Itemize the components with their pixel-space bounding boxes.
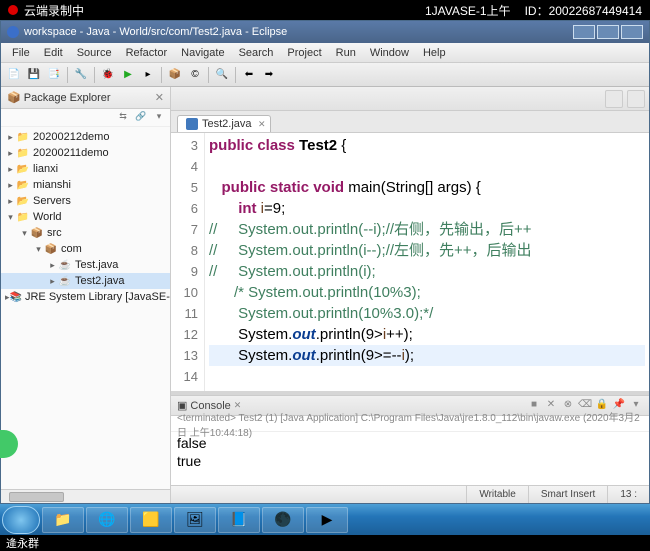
taskbar-word[interactable]: 📘 [218, 507, 260, 533]
menubar: FileEditSourceRefactorNavigateSearchProj… [1, 43, 649, 63]
debug-icon[interactable]: 🐞 [99, 66, 117, 84]
status-bar: Writable Smart Insert 13 : [171, 485, 649, 503]
tree-item[interactable]: ▾📦src [1, 225, 170, 241]
console-view: ▣ Console ✕ ■ ✕ ⊗ ⌫ 🔒 📌 ▾ <terminated> T [171, 395, 649, 485]
menu-help[interactable]: Help [416, 45, 453, 61]
maximize-button[interactable] [597, 25, 619, 39]
link-editor-icon[interactable]: 🔗 [134, 111, 148, 125]
start-button[interactable] [2, 506, 40, 534]
project-tree[interactable]: ▸📁20200212demo▸📁20200211demo▸📂lianxi▸📂mi… [1, 127, 170, 489]
open-type-icon[interactable]: 🔧 [72, 66, 90, 84]
new-package-icon[interactable]: 📦 [166, 66, 184, 84]
toolbar: 📄 💾 📑 🔧 🐞 ▶ ▸ 📦 © 🔍 ⬅ ➡ [1, 63, 649, 87]
taskbar-app1[interactable]: 🟨 [130, 507, 172, 533]
taskbar-chrome[interactable]: 🌐 [86, 507, 128, 533]
course-label: 1JAVASE-1上午 [425, 2, 511, 19]
view-menu-icon[interactable]: ▾ [152, 111, 166, 125]
taskbar-picpick[interactable]: 🖼 [174, 507, 216, 533]
presenter-name: 逄永群 [6, 535, 39, 551]
menu-run[interactable]: Run [329, 45, 363, 61]
perspective-bar [171, 87, 649, 111]
menu-search[interactable]: Search [232, 45, 281, 61]
tree-item[interactable]: ▾📁World [1, 209, 170, 225]
java-file-icon [186, 118, 198, 130]
menu-project[interactable]: Project [280, 45, 328, 61]
menu-navigate[interactable]: Navigate [174, 45, 231, 61]
tree-item[interactable]: ▾📦com [1, 241, 170, 257]
status-insert: Smart Insert [528, 486, 607, 503]
session-id: ID：20022687449414 [525, 2, 642, 19]
new-class-icon[interactable]: © [186, 66, 204, 84]
search-icon[interactable]: 🔍 [213, 66, 231, 84]
editor-tabs: Test2.java ✕ [171, 111, 649, 133]
view-icon: 📦 [7, 91, 21, 104]
taskbar-media[interactable]: ▶ [306, 507, 348, 533]
run-icon[interactable]: ▶ [119, 66, 137, 84]
package-explorer: 📦 Package Explorer ✕ ⇆ 🔗 ▾ ▸📁20200212dem… [1, 87, 171, 503]
titlebar[interactable]: workspace - Java - World/src/com/Test2.j… [1, 21, 649, 43]
windows-taskbar: 📁 🌐 🟨 🖼 📘 🌑 ▶ [0, 504, 650, 535]
close-button[interactable] [621, 25, 643, 39]
menu-source[interactable]: Source [70, 45, 119, 61]
close-tab-icon[interactable]: ✕ [258, 119, 266, 130]
tree-item[interactable]: ▸📁20200212demo [1, 129, 170, 145]
footer-bar: 逄永群 [0, 535, 650, 551]
menu-refactor[interactable]: Refactor [119, 45, 175, 61]
open-persp-icon[interactable] [605, 90, 623, 108]
collapse-all-icon[interactable]: ⇆ [116, 111, 130, 125]
tree-item[interactable]: ▸☕Test2.java [1, 273, 170, 289]
minimize-button[interactable] [573, 25, 595, 39]
eclipse-icon [7, 26, 19, 38]
save-all-icon[interactable]: 📑 [45, 66, 63, 84]
record-icon [8, 5, 18, 15]
console-output[interactable]: falsetrue [171, 432, 649, 485]
editor-tab-test2[interactable]: Test2.java ✕ [177, 115, 271, 132]
line-gutter[interactable]: 3456789101112131415 [171, 133, 205, 391]
tree-item[interactable]: ▸📂Servers [1, 193, 170, 209]
menu-file[interactable]: File [5, 45, 37, 61]
taskbar-explorer[interactable]: 📁 [42, 507, 84, 533]
status-cursor: 13 : [607, 486, 649, 503]
close-view-icon[interactable]: ✕ [155, 91, 164, 104]
recording-banner: 云端录制中 1JAVASE-1上午 ID：20022687449414 [0, 0, 650, 20]
window-title: workspace - Java - World/src/com/Test2.j… [24, 26, 287, 38]
tree-item[interactable]: ▸📚JRE System Library [JavaSE-1 [1, 289, 170, 305]
tree-item[interactable]: ▸☕Test.java [1, 257, 170, 273]
taskbar-eclipse[interactable]: 🌑 [262, 507, 304, 533]
run-last-icon[interactable]: ▸ [139, 66, 157, 84]
console-process-info: <terminated> Test2 (1) [Java Application… [171, 416, 649, 432]
forward-icon[interactable]: ➡ [260, 66, 278, 84]
status-writable: Writable [466, 486, 528, 503]
eclipse-window: workspace - Java - World/src/com/Test2.j… [0, 20, 650, 504]
back-icon[interactable]: ⬅ [240, 66, 258, 84]
new-icon[interactable]: 📄 [5, 66, 23, 84]
menu-edit[interactable]: Edit [37, 45, 70, 61]
package-explorer-tab[interactable]: 📦 Package Explorer ✕ [1, 87, 170, 109]
save-icon[interactable]: 💾 [25, 66, 43, 84]
recording-label: 云端录制中 [24, 2, 425, 19]
tree-item[interactable]: ▸📂lianxi [1, 161, 170, 177]
menu-window[interactable]: Window [363, 45, 416, 61]
java-persp-icon[interactable] [627, 90, 645, 108]
code-area[interactable]: public class Test2 { public static void … [205, 133, 649, 391]
tree-item[interactable]: ▸📂mianshi [1, 177, 170, 193]
code-editor[interactable]: 3456789101112131415 public class Test2 {… [171, 133, 649, 391]
tree-item[interactable]: ▸📁20200211demo [1, 145, 170, 161]
horizontal-scrollbar[interactable] [1, 489, 170, 503]
